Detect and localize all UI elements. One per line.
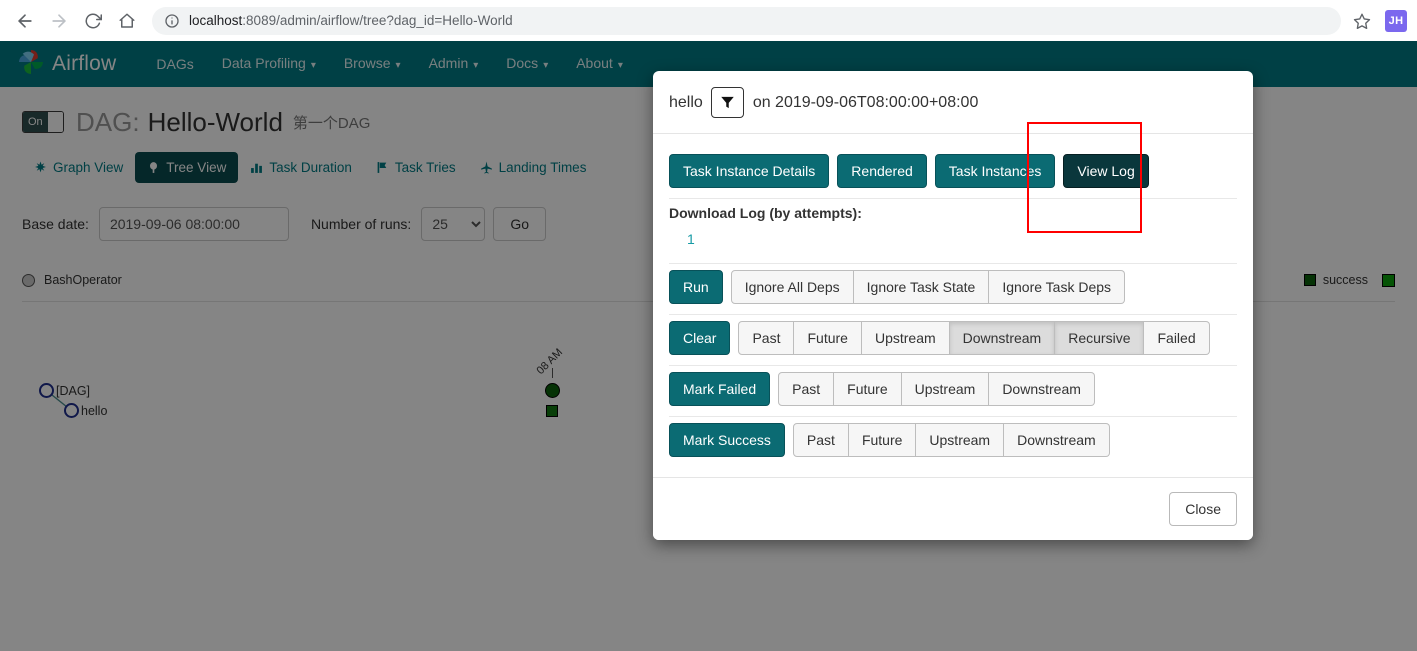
url-host: localhost [189, 13, 243, 28]
close-button[interactable]: Close [1169, 492, 1237, 526]
task-instance-details-button[interactable]: Task Instance Details [669, 154, 830, 188]
mark-success-row: Mark Success Past Future Upstream Downst… [669, 417, 1237, 467]
clear-past-button[interactable]: Past [738, 321, 795, 355]
mark-failed-options-group: Past Future Upstream Downstream [778, 372, 1095, 406]
clear-future-button[interactable]: Future [794, 321, 862, 355]
modal-footer: Close [653, 477, 1253, 540]
modal-task-name: hello [669, 93, 703, 111]
ignore-task-deps-button[interactable]: Ignore Task Deps [989, 270, 1126, 304]
mark-success-future-button[interactable]: Future [848, 423, 917, 457]
view-log-button[interactable]: View Log [1063, 154, 1149, 188]
forward-button[interactable] [44, 6, 74, 36]
star-icon[interactable] [1349, 8, 1375, 34]
profile-avatar[interactable]: JH [1385, 9, 1407, 32]
home-button[interactable] [112, 6, 142, 36]
info-circle-icon [164, 13, 180, 29]
mark-failed-row: Mark Failed Past Future Upstream Downstr… [669, 366, 1237, 417]
clear-options-group: Past Future Upstream Downstream Recursiv… [738, 321, 1210, 355]
mark-success-downstream-button[interactable]: Downstream [1004, 423, 1110, 457]
mark-success-upstream-button[interactable]: Upstream [916, 423, 1005, 457]
modal-execution-date: on 2019-09-06T08:00:00+08:00 [752, 93, 979, 111]
run-options-group: Ignore All Deps Ignore Task State Ignore… [730, 270, 1126, 304]
mark-failed-button[interactable]: Mark Failed [669, 372, 771, 406]
filter-icon[interactable] [710, 87, 744, 118]
ignore-task-state-button[interactable]: Ignore Task State [853, 270, 990, 304]
task-instances-button[interactable]: Task Instances [934, 154, 1056, 188]
clear-recursive-button[interactable]: Recursive [1055, 321, 1145, 355]
url-path: :8089/admin/airflow/tree?dag_id=Hello-Wo… [242, 13, 513, 28]
run-row: Run Ignore All Deps Ignore Task State Ig… [669, 264, 1237, 315]
rendered-button[interactable]: Rendered [837, 154, 927, 188]
mark-failed-upstream-button[interactable]: Upstream [901, 372, 990, 406]
mark-success-options-group: Past Future Upstream Downstream [792, 423, 1110, 457]
task-actions-row: Task Instance Details Rendered Task Inst… [669, 148, 1237, 199]
address-bar[interactable]: localhost:8089/admin/airflow/tree?dag_id… [152, 6, 1341, 35]
run-button[interactable]: Run [669, 270, 723, 304]
clear-downstream-button[interactable]: Downstream [949, 321, 1056, 355]
clear-row: Clear Past Future Upstream Downstream Re… [669, 315, 1237, 366]
download-log-links: 1 [669, 221, 1237, 264]
mark-success-button[interactable]: Mark Success [669, 423, 785, 457]
download-log-attempt-1[interactable]: 1 [687, 231, 695, 247]
ignore-all-deps-button[interactable]: Ignore All Deps [730, 270, 854, 304]
mark-failed-future-button[interactable]: Future [834, 372, 902, 406]
mark-success-past-button[interactable]: Past [792, 423, 849, 457]
download-log-label: Download Log (by attempts): [669, 205, 862, 221]
mark-failed-downstream-button[interactable]: Downstream [989, 372, 1095, 406]
mark-failed-past-button[interactable]: Past [778, 372, 835, 406]
clear-upstream-button[interactable]: Upstream [861, 321, 950, 355]
reload-button[interactable] [78, 6, 108, 36]
back-button[interactable] [10, 6, 40, 36]
browser-toolbar: localhost:8089/admin/airflow/tree?dag_id… [0, 0, 1417, 41]
clear-button[interactable]: Clear [669, 321, 731, 355]
modal-body: Task Instance Details Rendered Task Inst… [653, 134, 1253, 477]
clear-failed-button[interactable]: Failed [1144, 321, 1210, 355]
task-instance-modal: hello on 2019-09-06T08:00:00+08:00 Task … [653, 71, 1253, 540]
modal-header: hello on 2019-09-06T08:00:00+08:00 [653, 71, 1253, 134]
